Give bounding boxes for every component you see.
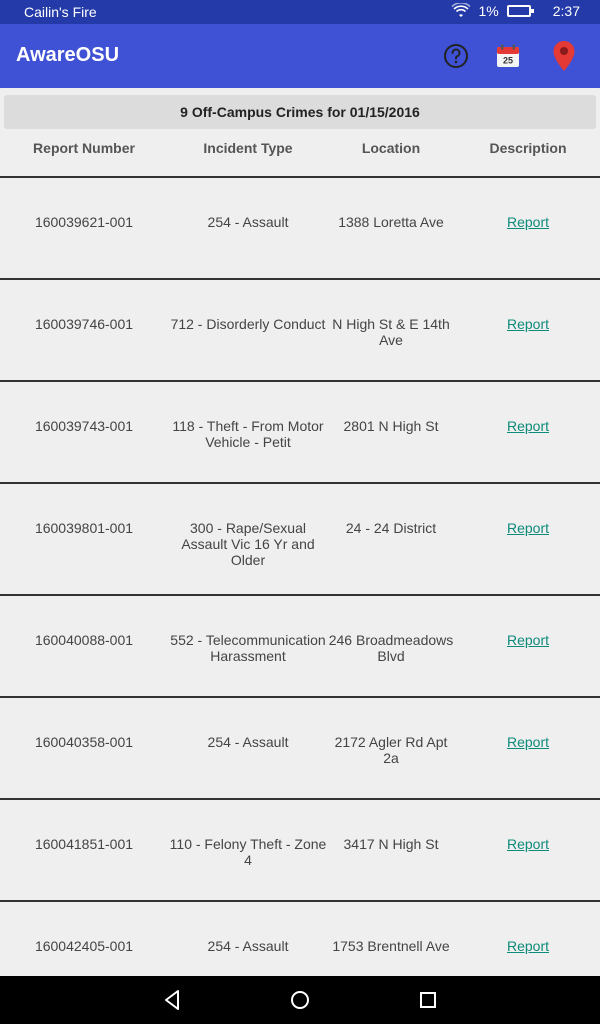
- calendar-icon[interactable]: 25: [494, 42, 522, 70]
- report-link[interactable]: Report: [507, 418, 549, 434]
- table-row: 160039743-001 118 - Theft - From Motor V…: [0, 382, 600, 484]
- recent-apps-icon[interactable]: [416, 988, 440, 1012]
- location: 3417 N High St: [343, 836, 439, 852]
- incident-type: 552 - Telecommunication Harassment: [170, 632, 326, 664]
- back-icon[interactable]: [160, 988, 184, 1012]
- app-title: AwareOSU: [16, 44, 120, 66]
- table-row: 160039801-001 300 - Rape/Sexual Assault …: [0, 484, 600, 596]
- status-bar: Cailin's Fire 1% 2:37: [0, 0, 600, 24]
- wifi-icon: [450, 3, 471, 17]
- report-link[interactable]: Report: [507, 214, 549, 230]
- map-pin-icon[interactable]: [550, 41, 578, 71]
- report-number: 160040088-001: [34, 632, 134, 648]
- report-link[interactable]: Report: [507, 836, 549, 852]
- table-row: 160039621-001 254 - Assault 1388 Loretta…: [0, 178, 600, 280]
- incident-type: 254 - Assault: [207, 734, 289, 750]
- incident-type: 110 - Felony Theft - Zone 4: [169, 836, 327, 868]
- table-row: 160039746-001 712 - Disorderly Conduct N…: [0, 280, 600, 382]
- home-icon[interactable]: [288, 988, 312, 1012]
- table-header: Report Number Incident Type Location Des…: [0, 140, 600, 178]
- table-row: 160040358-001 254 - Assault 2172 Agler R…: [0, 698, 600, 800]
- incident-type: 118 - Theft - From Motor Vehicle - Petit: [172, 418, 324, 450]
- incident-type: 254 - Assault: [207, 938, 289, 954]
- navigation-bar: [0, 976, 600, 1024]
- report-number: 160039743-001: [34, 418, 134, 434]
- report-number: 160039621-001: [34, 214, 134, 230]
- incident-type: 254 - Assault: [207, 214, 289, 230]
- report-number: 160039801-001: [34, 520, 134, 536]
- report-number: 160039746-001: [34, 316, 134, 332]
- app-bar: AwareOSU 25: [0, 24, 600, 88]
- location: 1753 Brentnell Ave: [332, 938, 450, 954]
- location: 246 Broadmeadows Blvd: [328, 632, 454, 664]
- column-header-description: Description: [489, 140, 567, 156]
- calendar-day: 25: [503, 56, 513, 66]
- battery-icon: [506, 5, 534, 17]
- column-header-report-number: Report Number: [33, 140, 135, 156]
- battery-percent: 1%: [478, 3, 499, 19]
- table-row: 160041851-001 110 - Felony Theft - Zone …: [0, 800, 600, 902]
- report-number: 160041851-001: [34, 836, 134, 852]
- location: 2801 N High St: [343, 418, 439, 434]
- report-number: 160040358-001: [34, 734, 134, 750]
- location: 24 - 24 District: [345, 520, 437, 536]
- column-header-location: Location: [361, 140, 421, 156]
- location: 2172 Agler Rd Apt 2a: [334, 734, 448, 766]
- report-number: 160042405-001: [34, 938, 134, 954]
- incident-type: 712 - Disorderly Conduct: [170, 316, 326, 332]
- report-link[interactable]: Report: [507, 316, 549, 332]
- report-link[interactable]: Report: [507, 632, 549, 648]
- incident-type: 300 - Rape/Sexual Assault Vic 16 Yr and …: [181, 520, 315, 568]
- clock: 2:37: [552, 3, 580, 19]
- carrier-name: Cailin's Fire: [24, 4, 97, 20]
- column-header-incident-type: Incident Type: [203, 140, 293, 156]
- status-indicators: 1% 2:37: [450, 3, 580, 19]
- report-link[interactable]: Report: [507, 938, 549, 954]
- location: 1388 Loretta Ave: [338, 214, 444, 230]
- location: N High St & E 14th Ave: [332, 316, 450, 348]
- results-banner: 9 Off-Campus Crimes for 01/15/2016: [4, 95, 596, 129]
- help-icon[interactable]: [442, 42, 470, 70]
- report-link[interactable]: Report: [507, 734, 549, 750]
- report-link[interactable]: Report: [507, 520, 549, 536]
- table-row: 160040088-001 552 - Telecommunication Ha…: [0, 596, 600, 698]
